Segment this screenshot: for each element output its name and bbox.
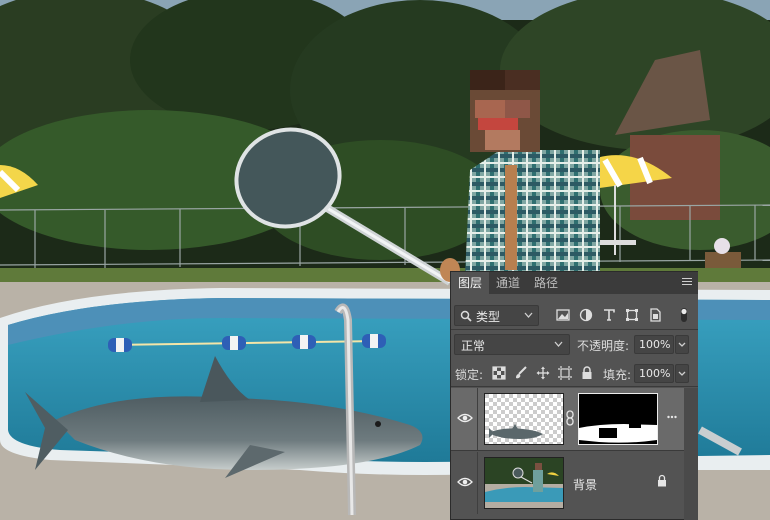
lock-icon <box>658 474 666 487</box>
divider <box>477 388 478 450</box>
eye-icon[interactable] <box>457 476 473 488</box>
layer-row-shark[interactable] <box>451 388 684 450</box>
search-icon <box>460 310 472 322</box>
pixelated-face <box>470 70 540 152</box>
layer-thumbnail[interactable] <box>484 457 564 509</box>
chain-link-icon[interactable] <box>565 410 575 426</box>
lock-artboard-icon[interactable] <box>558 366 572 380</box>
blend-mode-value: 正常 <box>461 339 486 353</box>
lock-all-icon[interactable] <box>580 366 594 380</box>
opacity-label: 不透明度: <box>577 339 630 353</box>
toggle-filter-icon[interactable] <box>676 307 692 323</box>
opacity-dropdown[interactable] <box>675 335 689 354</box>
eye-icon[interactable] <box>457 412 473 424</box>
tab-paths[interactable]: 路径 <box>527 272 565 294</box>
filter-kind-label: 类型 <box>476 310 501 324</box>
type-filter-icon[interactable] <box>601 307 617 323</box>
lock-row: 锁定: 填充: 100% <box>451 361 698 385</box>
blend-mode-select[interactable]: 正常 <box>454 334 570 355</box>
panel-tab-bar: 图层 通道 路径 <box>451 272 698 294</box>
filter-kind-select[interactable]: 类型 <box>454 305 539 326</box>
opacity-input[interactable]: 100% <box>634 335 674 354</box>
mask-thumbnail-image <box>579 394 657 444</box>
divider <box>477 452 478 514</box>
adjustment-filter-icon[interactable] <box>578 307 594 323</box>
chevron-down-icon <box>678 371 686 376</box>
divider <box>451 386 698 387</box>
shape-filter-icon[interactable] <box>624 307 640 323</box>
layer-thumbnail[interactable] <box>484 393 564 445</box>
layer-row-background[interactable]: 背景 <box>451 452 684 514</box>
fill-input[interactable]: 100% <box>634 364 674 383</box>
tab-channels[interactable]: 通道 <box>489 272 527 294</box>
layer-filter-row: 类型 <box>451 302 698 328</box>
chevron-down-icon <box>524 312 533 318</box>
chevron-down-icon <box>678 342 686 347</box>
panel-menu-icon[interactable] <box>682 278 692 287</box>
divider <box>451 450 684 451</box>
layer-mask-thumbnail[interactable] <box>578 393 658 445</box>
smart-object-filter-icon[interactable] <box>647 307 663 323</box>
shark-thumbnail-image <box>485 394 563 444</box>
fill-dropdown[interactable] <box>675 364 689 383</box>
lock-transparency-icon[interactable] <box>492 366 506 380</box>
lock-label: 锁定: <box>455 368 484 382</box>
panel-scrollbar[interactable] <box>684 388 698 520</box>
lock-position-icon[interactable] <box>536 366 550 380</box>
chevron-down-icon <box>554 341 563 347</box>
background-thumbnail-image <box>485 458 563 508</box>
layers-panel: 图层 通道 路径 类型 正常 不透明度: 100% 锁定: 填充: 100% 背… <box>450 271 698 520</box>
lock-paint-icon[interactable] <box>514 366 528 380</box>
layer-name[interactable]: 背景 <box>573 476 597 493</box>
tab-layers[interactable]: 图层 <box>451 272 489 294</box>
more-icon[interactable] <box>667 415 677 419</box>
blend-row: 正常 不透明度: 100% <box>451 332 698 356</box>
fill-label: 填充: <box>603 368 632 382</box>
divider <box>451 329 698 330</box>
image-filter-icon[interactable] <box>555 307 571 323</box>
